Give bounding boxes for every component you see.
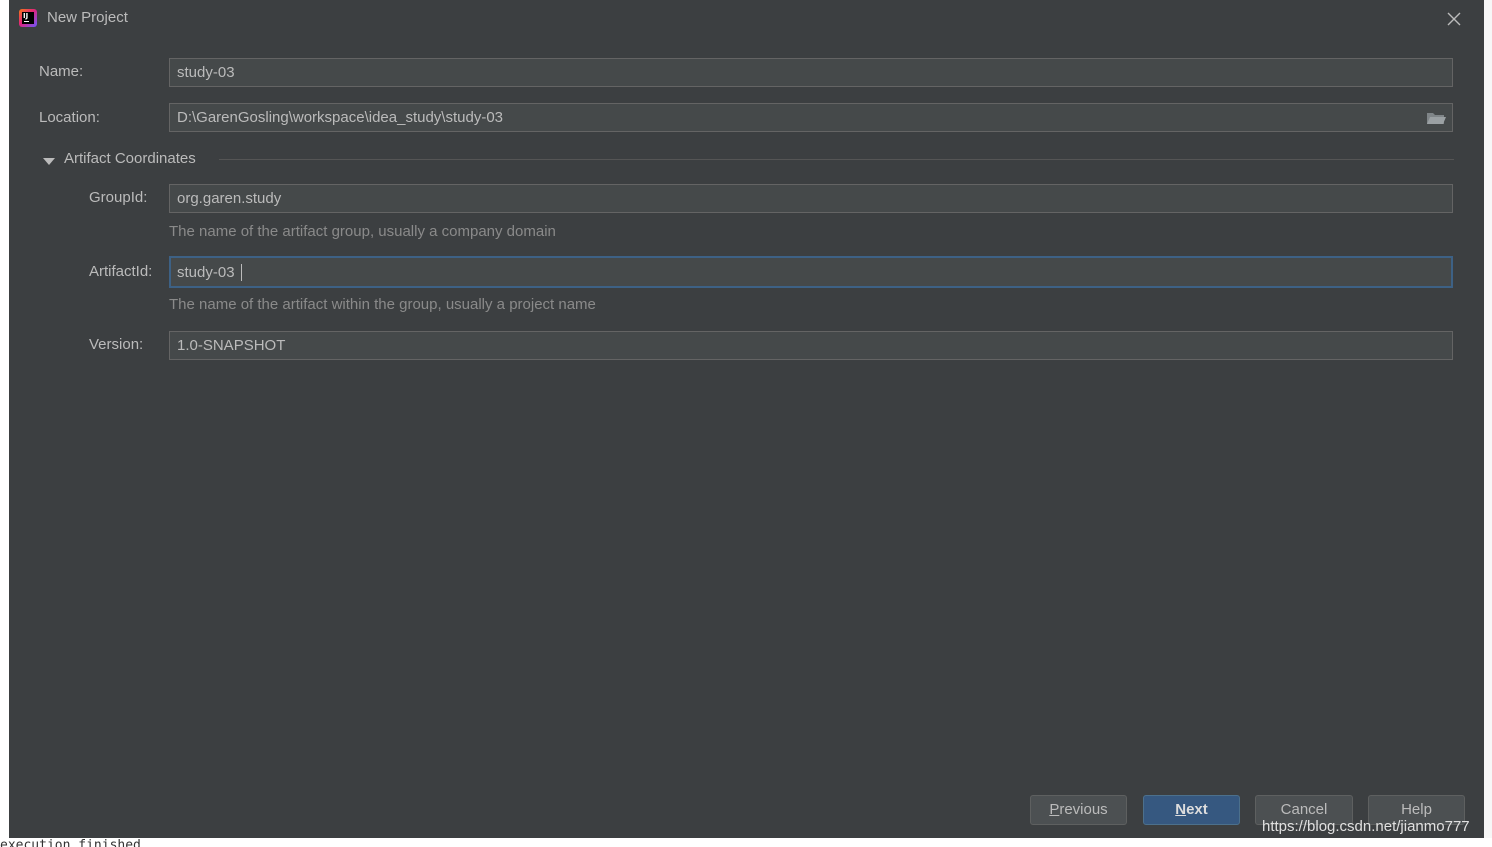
artifact-coordinates-section[interactable]: Artifact Coordinates [39,149,1454,169]
background-window-right-edge [1484,0,1492,847]
location-input[interactable] [177,104,1419,131]
previous-button[interactable]: Previous [1030,795,1127,825]
next-button[interactable]: Next [1143,795,1240,825]
groupid-label: GroupId: [89,189,148,206]
artifactid-label: ArtifactId: [89,263,153,280]
new-project-dialog: IJ New Project Name: Location: Arti [9,0,1484,838]
title-bar: IJ New Project [9,0,1484,36]
close-icon[interactable] [1443,8,1465,30]
folder-icon[interactable] [1426,110,1446,126]
background-console-strip [0,838,1492,847]
version-input[interactable] [177,332,1419,359]
location-field[interactable] [169,103,1453,132]
artifactid-field[interactable] [169,256,1453,288]
version-label: Version: [89,336,144,353]
groupid-field[interactable] [169,184,1453,213]
location-label: Location: [39,109,100,126]
version-field[interactable] [169,331,1453,360]
text-caret [241,264,242,281]
name-field[interactable] [169,58,1453,87]
intellij-idea-icon: IJ [19,9,37,27]
background-console-text: execution finished [0,838,141,847]
artifactid-hint: The name of the artifact within the grou… [169,296,596,313]
section-divider [219,159,1454,160]
artifactid-input[interactable] [177,258,1417,286]
dialog-title: New Project [47,9,128,26]
groupid-hint: The name of the artifact group, usually … [169,223,556,240]
name-label: Name: [39,63,84,80]
section-title: Artifact Coordinates [64,150,196,167]
groupid-input[interactable] [177,185,1419,212]
chevron-down-icon[interactable] [43,154,55,165]
name-input[interactable] [177,59,1419,86]
watermark-url: https://blog.csdn.net/jianmo777 [1262,818,1470,835]
